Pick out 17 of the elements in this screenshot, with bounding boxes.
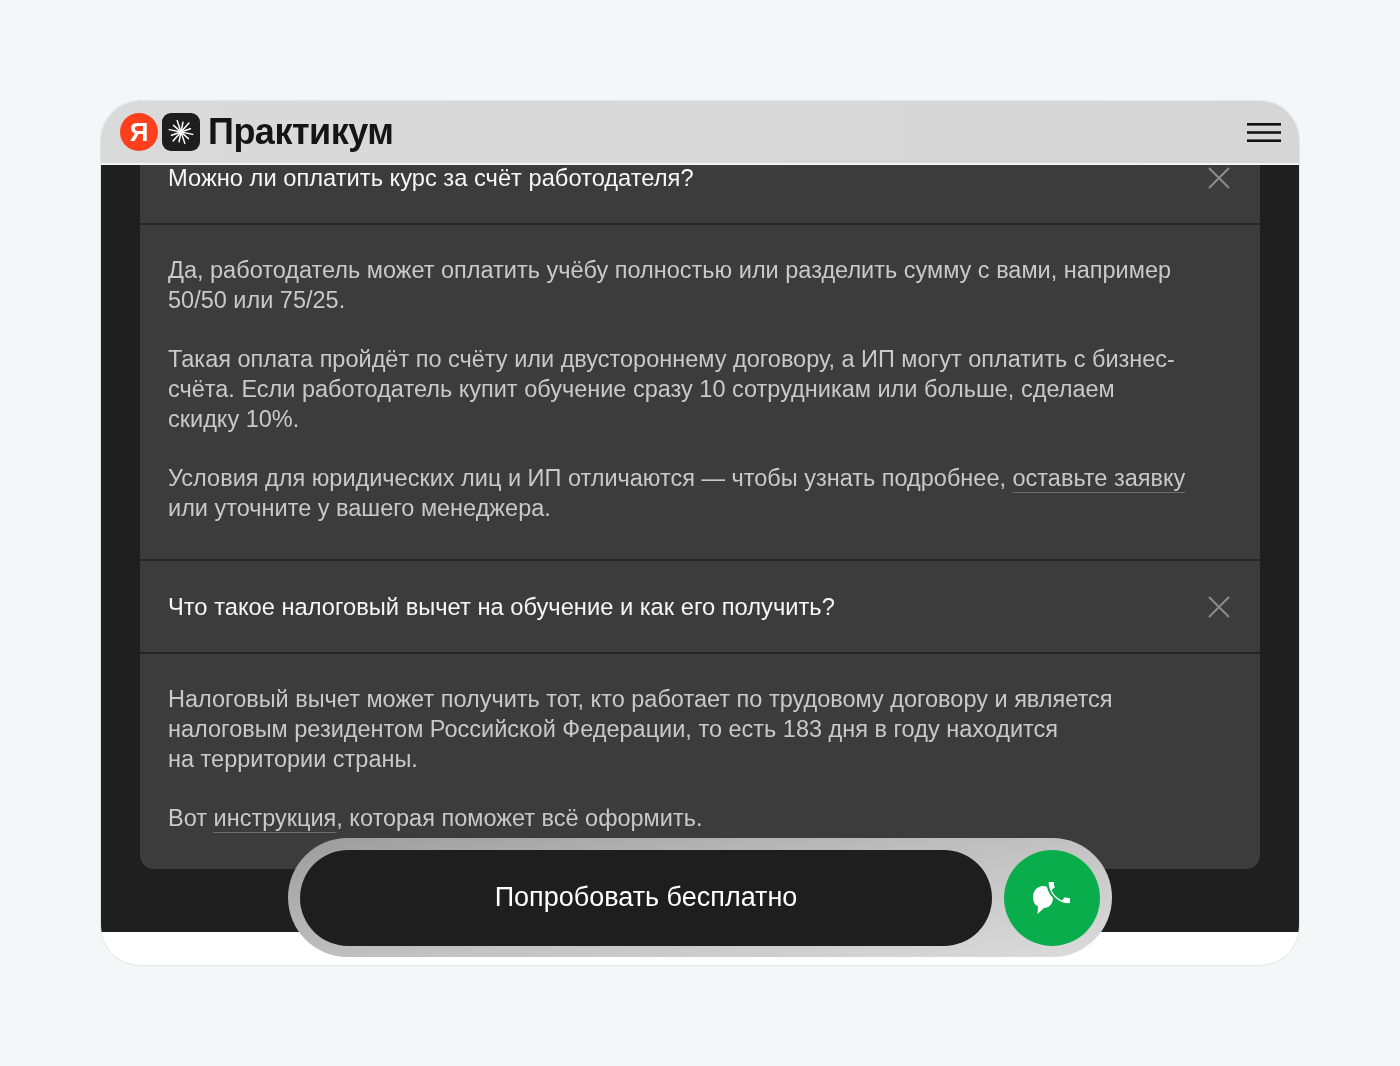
phone-chat-icon (1033, 881, 1071, 914)
faq-question[interactable]: Можно ли оплатить курс за счёт работодателя? (168, 165, 694, 193)
faq-question[interactable]: Что такое налоговый вычет на обучение и как его получить? (168, 591, 835, 622)
logo-text: Практикум (208, 114, 394, 150)
menu-icon[interactable] (1247, 122, 1281, 142)
close-icon[interactable] (1208, 166, 1230, 189)
answer-paragraph: Условия для юридических лиц и ИП отличаются — чтобы узнать подробнее, оставьте заявку или уточните у вашего менеджера. (168, 464, 1187, 523)
try-free-button[interactable]: Попробовать бесплатно (300, 849, 992, 946)
link[interactable]: оставьте заявку (1012, 465, 1186, 491)
answer-paragraph: Вот инструкция, которая поможет всё оформить. (168, 804, 704, 833)
answer-paragraph: Такая оплата пройдёт по счёту или двустороннему договору, а ИП могут оплатить с бизнес-счёта. Если работодатель купит обучение сразу 10 сотрудникам или больше, сделаем скидку 10%. (168, 345, 1176, 434)
logo-mark: Я (120, 113, 158, 151)
asterisk-icon (162, 113, 200, 151)
link[interactable]: инструкция (213, 805, 337, 831)
close-icon[interactable] (1208, 595, 1230, 618)
answer-paragraph: Да, работодатель может оплатить учёбу полностью или разделить сумму с вами, например 50/50 или 75/25. (168, 256, 1173, 315)
answer-paragraph: Налоговый вычет может получить тот, кто работает по трудовому договору и является налоговым резидентом Российской Федерации, то есть 183 дня в году находится на территории страны. (168, 685, 1114, 774)
